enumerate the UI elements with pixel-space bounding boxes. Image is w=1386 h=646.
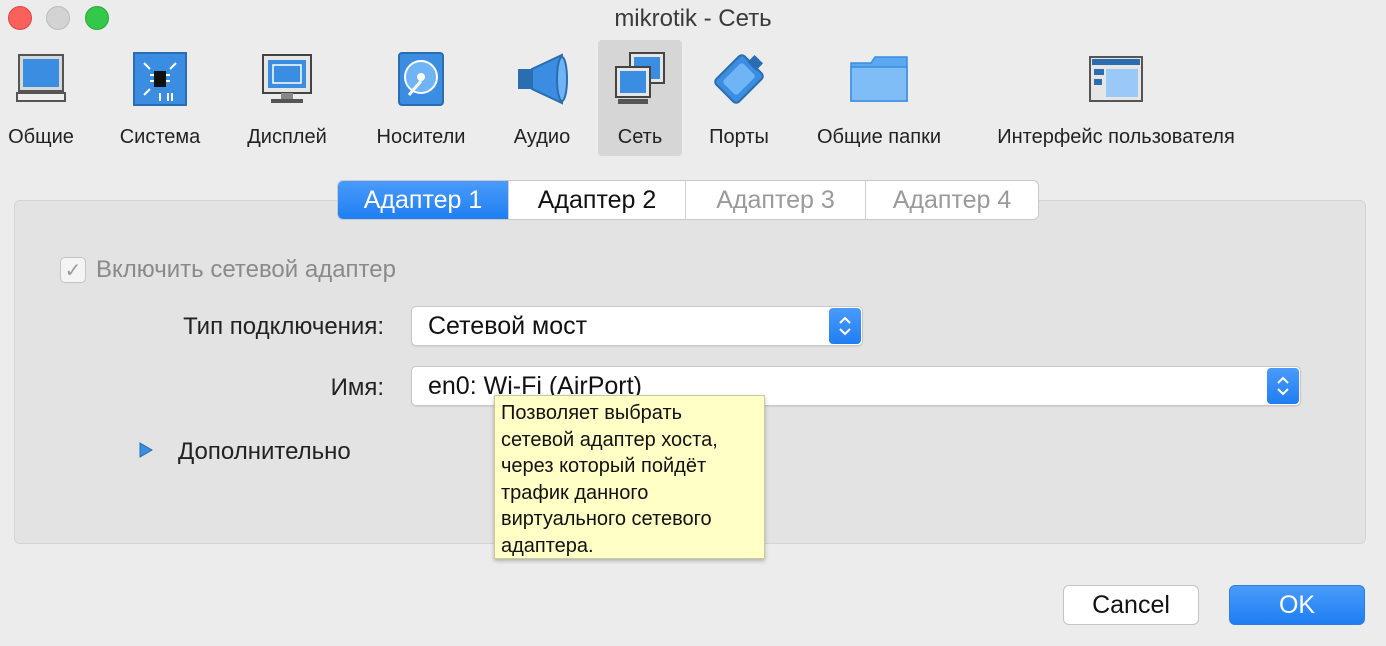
adapter-name-stepper[interactable] [1267,368,1299,404]
attached-to-value: Сетевой мост [428,311,588,340]
name-label: Имя: [330,374,384,401]
network-icon [608,46,672,112]
tab-adapter-2[interactable]: Адаптер 2 [508,181,685,219]
attached-to-stepper[interactable] [829,308,861,344]
tooltip-line: адаптера. [501,534,594,557]
toolbar-item-audio[interactable]: Аудио [504,40,580,156]
up-down-chevron-icon [839,316,851,336]
toolbar-item-ports[interactable]: Порты [700,40,778,156]
adapter-name-tooltip: Позволяет выбрать сетевой адаптер хоста,… [494,395,765,559]
toolbar-item-system[interactable]: Система [112,40,208,156]
display-icon [255,46,319,112]
tab-adapter-1[interactable]: Адаптер 1 [338,181,508,219]
tooltip-line: трафик данного [501,481,649,504]
cancel-button[interactable]: Cancel [1063,585,1199,625]
ui-window-icon [1084,46,1148,112]
advanced-disclosure[interactable]: Дополнительно [138,438,351,466]
settings-toolbar: Общие Система Дисплей Носители Аудио Сет… [0,40,1386,156]
toolbar-item-display[interactable]: Дисплей [238,40,336,156]
window-title: mikrotik - Сеть [614,5,772,32]
enable-adapter-label: Включить сетевой адаптер [96,256,396,283]
disclosure-triangle-icon[interactable] [138,441,154,464]
folder-icon [847,46,911,112]
tooltip-line: сетевой адаптер хоста, [501,428,718,451]
up-down-chevron-icon [1277,376,1289,396]
tab-adapter-4[interactable]: Адаптер 4 [865,181,1038,219]
toolbar-item-user-interface[interactable]: Интерфейс пользователя [984,40,1248,156]
checkmark-icon: ✓ [64,259,82,282]
settings-window: mikrotik - Сеть Общие Система Дисплей Но… [0,0,1386,646]
tab-adapter-3[interactable]: Адаптер 3 [685,181,865,219]
toolbar-item-storage[interactable]: Носители [366,40,476,156]
attached-to-label: Тип подключения: [183,313,384,340]
adapter-tabs: Адаптер 1 Адаптер 2 Адаптер 3 Адаптер 4 [337,180,1039,220]
enable-adapter-checkbox[interactable]: ✓ [60,257,86,283]
tooltip-line: через который пойдёт [501,455,707,477]
enable-adapter-row: ✓ Включить сетевой адаптер [60,256,396,284]
toolbar-item-network[interactable]: Сеть [598,40,682,156]
monitor-general-icon [9,46,73,112]
tooltip-line: виртуального сетевого [501,508,712,530]
chip-icon [128,46,192,112]
disk-icon [389,46,453,112]
serial-port-icon [707,46,771,112]
title-bar: mikrotik - Сеть [0,0,1386,40]
speaker-icon [510,46,574,112]
toolbar-item-shared-folders[interactable]: Общие папки [808,40,950,156]
toolbar-item-general[interactable]: Общие [0,40,82,156]
attached-to-select[interactable]: Сетевой мост [411,306,863,346]
ok-button[interactable]: OK [1229,585,1365,625]
tooltip-line: Позволяет выбрать [501,402,683,424]
advanced-label: Дополнительно [178,438,351,465]
